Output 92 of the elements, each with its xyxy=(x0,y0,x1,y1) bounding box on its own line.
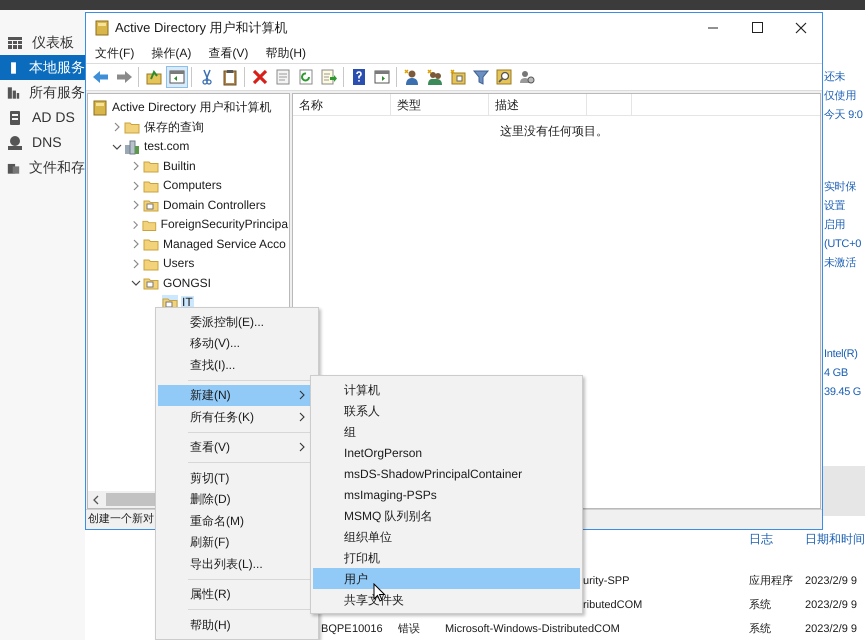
sidebar-item[interactable]: 本地服务 xyxy=(0,55,85,80)
table-cell-text: 错误 xyxy=(398,622,420,637)
menu-item[interactable]: 用户 xyxy=(313,568,580,589)
find-icon xyxy=(494,68,512,86)
detail-value[interactable]: 今天 9:0 xyxy=(824,106,863,125)
tree-item[interactable]: ForeignSecurityPrincipa xyxy=(160,218,289,232)
table-cell-text: BQPE xyxy=(321,622,352,637)
menu-item[interactable]: msImaging-PSPs xyxy=(313,484,580,505)
paste-icon xyxy=(220,68,238,86)
detail-value[interactable]: 还未 xyxy=(824,68,846,87)
tree-pane-icon xyxy=(168,68,186,86)
table-cell-text: 应用程序 xyxy=(749,574,793,589)
menu-item[interactable]: InetOrgPerson xyxy=(313,442,580,463)
tree-item[interactable]: test.com xyxy=(143,140,190,154)
refresh-icon xyxy=(296,68,314,86)
tree-item[interactable]: Active Directory 用户和计算机 xyxy=(111,101,272,114)
menu-item[interactable]: 组 xyxy=(313,421,580,442)
sidebar-item[interactable]: AD DS xyxy=(0,105,85,130)
new-user-icon xyxy=(402,68,420,86)
filter-icon xyxy=(472,68,490,86)
menu-item[interactable]: 帮助(H) xyxy=(158,614,316,636)
properties-icon xyxy=(274,68,292,86)
column-header[interactable]: 描述 xyxy=(489,94,587,115)
detail-value[interactable]: 4 GB xyxy=(824,364,848,383)
app-icon xyxy=(95,20,109,36)
sidebar-item[interactable]: 文件和存 xyxy=(0,155,85,180)
tree-item[interactable]: Computers xyxy=(162,179,223,192)
new-folder-icon xyxy=(448,68,466,86)
menu-item[interactable]: 操作(A) xyxy=(146,44,196,62)
menu-item[interactable]: MSMQ 队列别名 xyxy=(313,505,580,526)
column-header[interactable]: 名称 xyxy=(293,94,391,115)
menu-item[interactable]: 委派控制(E)... xyxy=(158,311,316,332)
table-cell-text: 系统 xyxy=(749,598,771,613)
table-cell-text: ributedCOM xyxy=(583,598,642,613)
sidebar-item[interactable]: 仪表板 xyxy=(0,30,85,55)
tree-item[interactable]: GONGSI xyxy=(162,276,212,290)
table-cell-text: 2023/2/9 9 xyxy=(805,622,857,637)
column-header[interactable]: 日志 xyxy=(749,530,773,548)
tree-pane-button[interactable] xyxy=(166,66,188,88)
table-cell-text: 2023/2/9 9 xyxy=(805,598,857,613)
detail-value[interactable]: 39.45 G xyxy=(824,383,862,402)
menu-item[interactable]: 打印机 xyxy=(313,547,580,568)
window-title: Active Directory 用户和计算机 xyxy=(115,19,288,38)
tree-item[interactable]: Users xyxy=(162,257,196,270)
sidebar-item[interactable]: DNS xyxy=(0,130,85,155)
menu-item[interactable]: 移动(V)... xyxy=(158,332,316,354)
maximize-icon[interactable] xyxy=(750,22,764,34)
table-cell-text: 2023/2/9 9 xyxy=(805,574,857,589)
window-icon xyxy=(372,68,390,86)
detail-value[interactable]: 未激活 xyxy=(824,254,856,273)
menu-item[interactable]: 查看(V) xyxy=(203,44,254,62)
detail-value[interactable]: (UTC+0 xyxy=(824,235,862,254)
column-header[interactable]: 类型 xyxy=(391,94,489,115)
table-cell-text: Microsoft-Windows-DistributedCOM xyxy=(445,622,620,637)
detail-value[interactable]: 实时保 xyxy=(824,178,856,197)
close-icon[interactable] xyxy=(794,22,808,34)
delete-icon xyxy=(250,68,268,86)
tree-item[interactable]: 保存的查询 xyxy=(143,120,205,134)
tree-item[interactable]: Builtin xyxy=(162,160,197,173)
users-icon xyxy=(518,68,536,86)
status-text: 创建一个新对 xyxy=(88,512,154,528)
menu-item[interactable]: msDS-ShadowPrincipalContainer xyxy=(313,463,580,484)
export-icon xyxy=(320,68,338,86)
empty-message: 这里没有任何项目。 xyxy=(500,124,608,138)
menu-item[interactable]: 文件(F) xyxy=(90,44,140,62)
domain-icon xyxy=(124,138,140,155)
column-header[interactable]: 日期和时间 xyxy=(805,530,865,548)
menu-item[interactable]: 计算机 xyxy=(313,379,580,400)
forward-icon xyxy=(114,68,132,86)
directory-icon xyxy=(7,110,23,126)
back-icon xyxy=(92,68,110,86)
detail-value[interactable]: Intel(R) xyxy=(824,345,858,364)
table-cell-text: 系统 xyxy=(749,622,771,637)
table-cell-text: urity-SPP xyxy=(583,574,630,589)
dashboard-icon xyxy=(7,34,23,50)
new-group-icon xyxy=(426,68,444,86)
detail-value[interactable]: 设置 xyxy=(824,197,846,216)
servers-icon xyxy=(7,84,20,100)
tree-item[interactable]: Domain Controllers xyxy=(162,198,267,212)
menu-item[interactable]: 组织单位 xyxy=(313,526,580,547)
detail-value[interactable]: 仅使用 xyxy=(824,87,856,106)
dns-icon xyxy=(7,134,23,150)
detail-value[interactable]: 启用 xyxy=(824,216,846,235)
tree-item[interactable]: Managed Service Acco xyxy=(162,238,287,251)
up-folder-icon xyxy=(144,68,162,86)
menu-item[interactable]: 帮助(H) xyxy=(260,44,311,62)
book-icon xyxy=(92,100,108,116)
sidebar-item[interactable]: 所有服务 xyxy=(0,80,85,105)
table-cell-text: 10016 xyxy=(352,622,383,637)
menu-item[interactable]: 查找(I)... xyxy=(158,354,316,376)
scroll-left-icon[interactable] xyxy=(92,494,100,506)
menu-item[interactable]: 联系人 xyxy=(313,400,580,421)
